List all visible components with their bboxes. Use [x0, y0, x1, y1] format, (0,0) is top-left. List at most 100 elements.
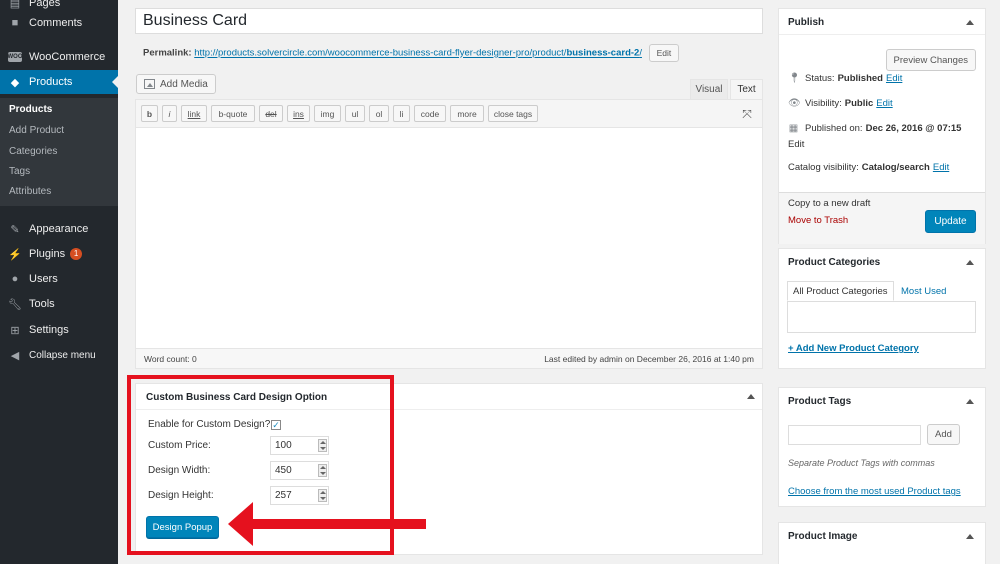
- permalink-link[interactable]: http://products.solvercircle.com/woocomm…: [194, 48, 642, 59]
- tags-title: Product Tags: [788, 396, 852, 407]
- submenu-products[interactable]: Products: [9, 104, 52, 115]
- publish-toggle-icon[interactable]: [966, 20, 974, 25]
- add-media-button[interactable]: Add Media: [136, 74, 216, 94]
- image-toggle-icon[interactable]: [966, 534, 974, 539]
- publish-header[interactable]: Publish: [779, 9, 985, 35]
- catalog-edit-link[interactable]: Edit: [933, 162, 949, 173]
- qt-link-button[interactable]: link: [181, 105, 207, 122]
- publish-title: Publish: [788, 17, 825, 28]
- custom-design-toggle-icon[interactable]: [747, 394, 755, 399]
- calendar-icon: ▦: [788, 123, 799, 134]
- menu-appearance[interactable]: ✎ Appearance: [0, 217, 118, 241]
- menu-products[interactable]: ◆ Products: [0, 70, 118, 94]
- menu-users-label: Users: [29, 273, 58, 285]
- qt-img-button[interactable]: img: [314, 105, 341, 122]
- menu-users[interactable]: ● Users: [0, 267, 118, 291]
- status-value: Published: [837, 73, 883, 84]
- products-icon: ◆: [10, 76, 20, 89]
- products-submenu: Products Add Product Categories Tags Att…: [0, 98, 118, 206]
- menu-settings-label: Settings: [29, 324, 69, 336]
- tags-header[interactable]: Product Tags: [779, 388, 985, 414]
- submenu-categories[interactable]: Categories: [9, 146, 57, 157]
- copy-to-draft-link[interactable]: Copy to a new draft: [788, 198, 870, 209]
- submenu-add-product[interactable]: Add Product: [9, 125, 64, 136]
- qt-ul-button[interactable]: ul: [345, 105, 365, 122]
- publish-box: Publish Preview Changes 📍︎ Status: Publi…: [778, 8, 986, 244]
- published-edit-link[interactable]: Edit: [788, 139, 804, 150]
- preview-changes-button[interactable]: Preview Changes: [885, 49, 976, 71]
- permalink-base: http://products.solvercircle.com/woocomm…: [194, 47, 567, 59]
- tab-text[interactable]: Text: [730, 79, 763, 99]
- add-tag-button[interactable]: Add: [927, 424, 960, 445]
- users-icon: ●: [11, 273, 19, 285]
- permalink-label: Permalink:: [143, 47, 192, 59]
- annotation-arrow-icon: [228, 502, 426, 546]
- menu-tools[interactable]: 🔧︎ Tools: [0, 292, 118, 316]
- qt-bold-button[interactable]: b: [141, 105, 158, 122]
- visibility-edit-link[interactable]: Edit: [876, 98, 892, 109]
- menu-comments-label: Comments: [29, 17, 83, 29]
- catalog-visibility-row: Catalog visibility: Catalog/search Edit: [788, 162, 949, 173]
- qt-code-button[interactable]: code: [414, 105, 446, 122]
- menu-tools-label: Tools: [29, 298, 55, 310]
- product-tags-box: Product Tags Add Separate Product Tags w…: [778, 387, 986, 507]
- submenu-tags[interactable]: Tags: [9, 166, 30, 177]
- qt-li-button[interactable]: li: [393, 105, 410, 122]
- media-icon: [144, 79, 155, 89]
- qt-bquote-button[interactable]: b-quote: [211, 105, 255, 122]
- plugins-update-badge: 1: [70, 248, 83, 260]
- choose-tags-link[interactable]: Choose from the most used Product tags: [788, 486, 961, 497]
- menu-collapse[interactable]: ◀ Collapse menu: [0, 343, 118, 367]
- menu-woocommerce[interactable]: WOO WooCommerce: [0, 45, 118, 69]
- menu-woocommerce-label: WooCommerce: [29, 51, 106, 63]
- tab-most-used[interactable]: Most Used: [896, 281, 951, 301]
- qt-italic-button[interactable]: i: [162, 105, 177, 122]
- status-label: Status:: [805, 73, 835, 84]
- submenu-attributes[interactable]: Attributes: [9, 186, 51, 197]
- qt-del-button[interactable]: del: [259, 105, 283, 122]
- active-menu-arrow: [112, 76, 118, 88]
- tab-visual[interactable]: Visual: [690, 79, 728, 99]
- image-header[interactable]: Product Image: [779, 523, 985, 549]
- published-value: Dec 26, 2016 @ 07:15: [865, 123, 962, 134]
- menu-pages-label: Pages: [29, 0, 61, 9]
- tags-toggle-icon[interactable]: [966, 399, 974, 404]
- qt-ol-button[interactable]: ol: [369, 105, 389, 122]
- appearance-icon: ✎: [10, 223, 20, 236]
- post-title-input[interactable]: Business Card: [135, 8, 763, 34]
- add-media-label: Add Media: [160, 78, 208, 90]
- permalink-row: Permalink: http://products.solvercircle.…: [143, 44, 680, 62]
- menu-comments[interactable]: ■ Comments: [0, 11, 118, 35]
- permalink-slug: business-card-2: [566, 47, 640, 59]
- status-edit-link[interactable]: Edit: [886, 73, 902, 84]
- tag-input[interactable]: [788, 425, 921, 445]
- menu-plugins[interactable]: ⚡ Plugins 1: [0, 242, 118, 266]
- menu-collapse-label: Collapse menu: [29, 349, 96, 361]
- visibility-row: 👁︎ Visibility: Public Edit: [788, 98, 893, 109]
- catalog-label: Catalog visibility:: [788, 162, 859, 173]
- tags-hint: Separate Product Tags with commas: [788, 458, 935, 468]
- fullscreen-icon[interactable]: ⤧: [740, 107, 754, 121]
- published-on-row: ▦ Published on: Dec 26, 2016 @ 07:15: [788, 123, 962, 134]
- quicktags-toolbar: b i link b-quote del ins img ul ol li co…: [136, 100, 762, 128]
- permalink-edit-button[interactable]: Edit: [648, 44, 680, 62]
- categories-toggle-icon[interactable]: [966, 260, 974, 265]
- publish-actions: Copy to a new draft Move to Trash Update: [779, 192, 985, 244]
- tab-all-categories[interactable]: All Product Categories: [787, 281, 894, 301]
- categories-checklist[interactable]: [787, 301, 976, 333]
- categories-header[interactable]: Product Categories: [779, 249, 985, 275]
- qt-ins-button[interactable]: ins: [287, 105, 310, 122]
- add-category-link[interactable]: + Add New Product Category: [788, 343, 919, 354]
- status-row: 📍︎ Status: Published Edit: [788, 73, 902, 84]
- qt-more-button[interactable]: more: [450, 105, 484, 122]
- update-button[interactable]: Update: [925, 210, 976, 233]
- qt-close-tags-button[interactable]: close tags: [488, 105, 538, 122]
- catalog-value: Catalog/search: [861, 162, 930, 173]
- tools-icon: 🔧︎: [8, 298, 22, 311]
- content-editor: b i link b-quote del ins img ul ol li co…: [135, 99, 763, 369]
- admin-sidebar: ▤ Pages ■ Comments WOO WooCommerce ◆ Pro…: [0, 0, 118, 564]
- editor-status-bar: Word count: 0 Last edited by admin on De…: [136, 348, 762, 368]
- menu-settings[interactable]: ⊞ Settings: [0, 318, 118, 342]
- move-to-trash-link[interactable]: Move to Trash: [788, 215, 848, 226]
- menu-plugins-label: Plugins: [29, 248, 66, 260]
